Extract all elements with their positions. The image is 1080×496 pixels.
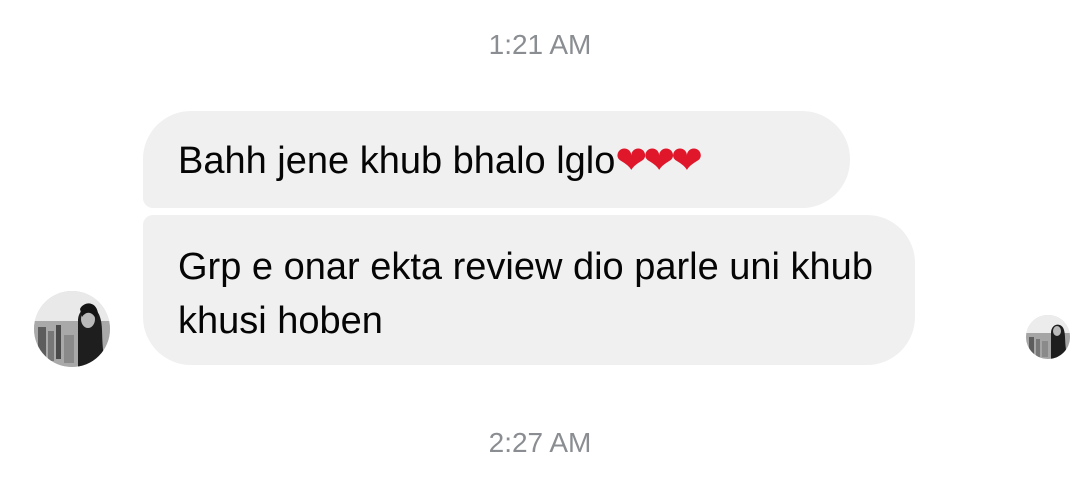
message-bubble[interactable]: Grp e onar ekta review dio parle uni khu… — [143, 215, 915, 365]
message-text: Bahh jene khub bhalo lglo — [178, 140, 616, 182]
message-text: Grp e onar ekta review dio parle uni khu… — [178, 246, 873, 342]
user-avatar-photo-icon — [34, 291, 110, 367]
message-bubble[interactable]: Bahh jene khub bhalo lglo❤❤❤ — [143, 111, 850, 208]
message-timestamp: 2:27 AM — [488, 427, 592, 458]
message-timestamp: 1:21 AM — [488, 29, 592, 60]
read-receipt-avatar-photo-icon — [1026, 315, 1070, 359]
sender-avatar[interactable] — [34, 291, 110, 367]
read-receipt-avatar — [1026, 315, 1070, 359]
heart-emoji-icon: ❤❤❤ — [615, 138, 703, 182]
